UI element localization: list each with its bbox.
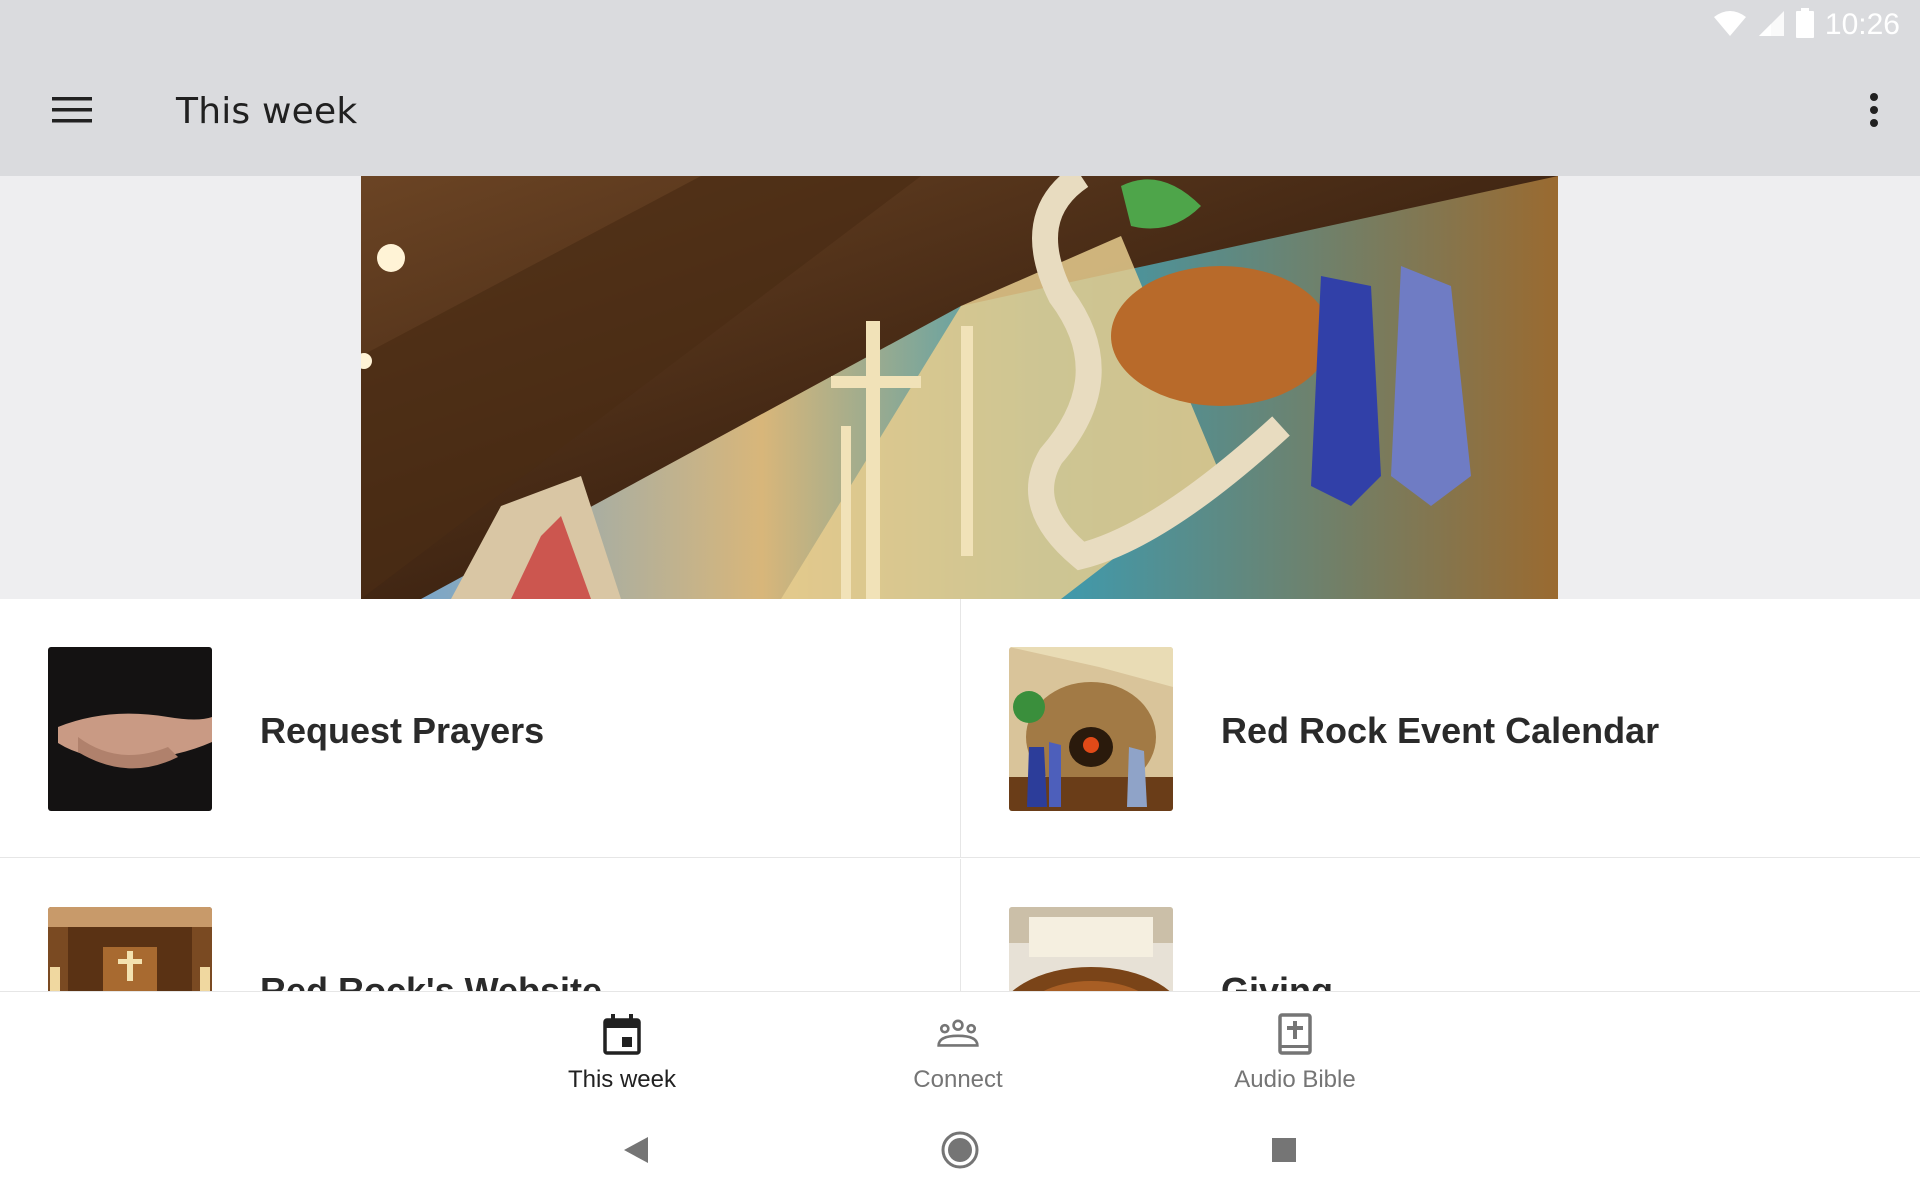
people-group-icon <box>936 1012 980 1056</box>
hamburger-menu-button[interactable] <box>36 79 108 145</box>
nav-tab-audio-bible[interactable]: Audio Bible <box>1185 992 1405 1103</box>
church-altar-image <box>48 907 212 991</box>
back-button[interactable] <box>608 1124 664 1180</box>
tile-label: Request Prayers <box>260 710 545 751</box>
recents-icon <box>1270 1136 1298 1169</box>
content-grid: Request Prayers Red Rock Event Calendar <box>0 599 1920 991</box>
wifi-icon <box>1713 9 1747 42</box>
tile-label: Giving <box>1221 970 1334 991</box>
nav-label: Audio Bible <box>1234 1066 1356 1093</box>
stained-glass-tomb-image <box>1009 647 1173 811</box>
status-bar: 10:26 <box>0 0 1920 49</box>
nav-label: This week <box>567 1066 677 1093</box>
home-icon <box>940 1130 980 1175</box>
offering-plate-image <box>1009 907 1173 991</box>
bottom-navigation: This week Connect Audio Bible <box>0 991 1920 1102</box>
system-navigation-bar <box>0 1102 1920 1200</box>
nav-label: Connect <box>913 1066 1003 1093</box>
cell-signal-icon <box>1757 9 1785 42</box>
tile-label: Red Rock's Website <box>260 970 602 991</box>
recents-button[interactable] <box>1256 1124 1312 1180</box>
tile-website[interactable]: Red Rock's Website <box>0 859 960 991</box>
app-bar: This week <box>0 49 1920 176</box>
back-icon <box>622 1135 650 1170</box>
hero-banner-image <box>361 176 1558 599</box>
hamburger-menu-icon <box>52 95 92 130</box>
page-title: This week <box>176 91 358 132</box>
calendar-icon <box>600 1012 644 1056</box>
tile-request-prayers[interactable]: Request Prayers <box>0 599 960 858</box>
praying-hands-image <box>48 647 212 811</box>
status-icons: 10:26 <box>1713 7 1900 43</box>
nav-tab-connect[interactable]: Connect <box>848 992 1068 1103</box>
tile-label: Red Rock Event Calendar <box>1221 710 1660 751</box>
battery-icon <box>1795 7 1815 43</box>
status-time: 10:26 <box>1824 8 1900 41</box>
home-button[interactable] <box>932 1124 988 1180</box>
tile-giving[interactable]: Giving <box>960 859 1920 991</box>
more-vert-icon <box>1868 92 1880 133</box>
nav-tab-this-week[interactable]: This week <box>512 992 732 1103</box>
overflow-menu-button[interactable] <box>1844 79 1904 145</box>
tile-event-calendar[interactable]: Red Rock Event Calendar <box>960 599 1920 858</box>
bible-icon <box>1273 1012 1317 1056</box>
